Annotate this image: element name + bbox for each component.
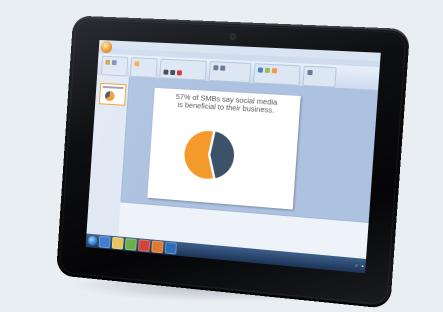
ribbon-group-clipboard[interactable]	[100, 55, 129, 77]
shapes-icon	[257, 67, 264, 73]
system-tray: ♫ ▲	[352, 263, 368, 269]
app-icon[interactable]	[137, 239, 151, 253]
numbering-icon	[220, 65, 226, 71]
media-icon[interactable]	[124, 238, 137, 251]
ribbon-group-paragraph[interactable]	[208, 60, 252, 84]
bold-icon	[163, 69, 169, 75]
ribbon-group-editing[interactable]	[302, 65, 337, 88]
editor-area: 57% of SMBs say social media is benefici…	[86, 74, 379, 260]
tablet-screen: 57% of SMBs say social media is benefici…	[85, 39, 381, 274]
cut-icon	[111, 60, 117, 66]
tablet-device: 57% of SMBs say social media is benefici…	[56, 15, 411, 309]
slide-thumbnail[interactable]	[98, 82, 127, 106]
ribbon-group-slides[interactable]	[129, 57, 158, 79]
arrange-icon	[264, 67, 271, 74]
ie-icon[interactable]	[98, 235, 111, 249]
network-icon[interactable]: ▲	[361, 264, 365, 268]
pie-chart	[182, 129, 234, 180]
new-slide-icon	[134, 61, 140, 67]
pie-slice-0	[211, 131, 234, 179]
bullets-icon	[213, 65, 219, 71]
font-color-icon	[176, 70, 182, 76]
powerpoint-icon[interactable]	[151, 240, 164, 254]
quick-styles-icon	[271, 68, 278, 74]
paste-icon	[105, 59, 111, 65]
word-icon[interactable]	[164, 241, 177, 255]
find-icon	[307, 69, 313, 76]
volume-icon[interactable]: ♫	[355, 263, 358, 267]
ribbon-group-font[interactable]	[159, 58, 208, 81]
slide-canvas[interactable]: 57% of SMBs say social media is benefici…	[147, 87, 301, 210]
explorer-icon[interactable]	[111, 236, 124, 250]
start-button-icon[interactable]	[87, 235, 98, 247]
ribbon-group-drawing[interactable]	[253, 63, 301, 86]
italic-icon	[170, 69, 176, 76]
